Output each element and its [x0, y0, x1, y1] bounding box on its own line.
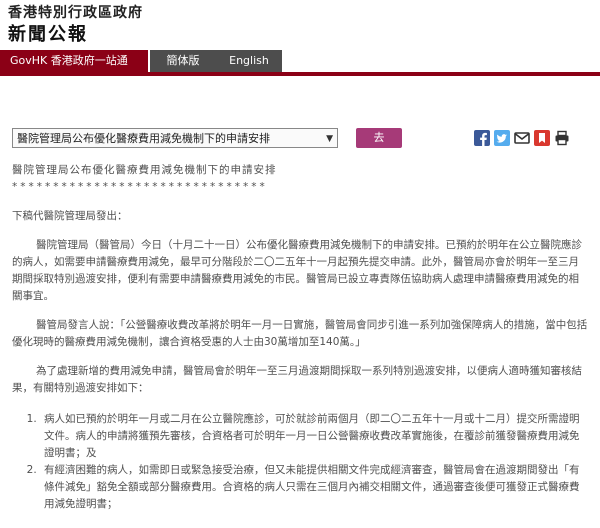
site-title-government: 香港特別行政區政府: [8, 5, 143, 21]
article-byline: 下稿代醫院管理局發出：: [12, 210, 128, 222]
article-headline: 醫院管理局公布優化醫療費用減免機制下的申請安排: [12, 164, 277, 176]
top-navbar: GovHK 香港政府一站通 簡体版 English: [0, 50, 600, 72]
facebook-icon[interactable]: [474, 130, 490, 146]
print-icon[interactable]: [554, 130, 570, 146]
paragraph: 為了處理新增的費用減免申請，醫管局會於明年一至三月過渡期間採取一系列特別過渡安排…: [12, 365, 582, 394]
twitter-icon[interactable]: [494, 130, 510, 146]
article-select-value: 醫院管理局公布優化醫療費用減免機制下的申請安排: [17, 132, 270, 145]
govhk-link[interactable]: GovHK 香港政府一站通: [0, 50, 148, 72]
header-divider: [0, 72, 600, 76]
article-select[interactable]: 醫院管理局公布優化醫療費用減免機制下的申請安排 ▼: [12, 128, 338, 148]
chevron-down-icon: ▼: [326, 134, 333, 144]
email-icon[interactable]: [514, 130, 530, 146]
bookmark-icon[interactable]: [534, 130, 550, 146]
paragraph: 醫管局發言人說：「公營醫療收費改革將於明年一月一日實施，醫管局會同步引進一系列加…: [12, 319, 588, 348]
paragraph: 醫院管理局（醫管局）今日（十月二十一日）公布優化醫療費用減免機制下的申請安排。已…: [12, 239, 582, 302]
arrangements-list: 病人如已預約於明年一月或二月在公立醫院應診，可於就診前兩個月（即二〇二五年十一月…: [12, 411, 588, 513]
article-toolbar: 醫院管理局公布優化醫療費用減免機制下的申請安排 ▼ 去: [12, 128, 588, 150]
list-item: 有經濟困難的病人，如需即日或緊急接受治療，但又未能提供相關文件完成經濟審查，醫管…: [40, 462, 588, 513]
headline-separator: *******************************: [12, 181, 268, 193]
site-title-press-releases[interactable]: 新聞公報: [8, 20, 88, 46]
simplified-chinese-link[interactable]: 簡体版: [150, 50, 216, 72]
article-body: 醫院管理局公布優化醫療費用減免機制下的申請安排 ****************…: [12, 162, 588, 513]
go-button[interactable]: 去: [356, 128, 402, 148]
site-header: 香港特別行政區政府 新聞公報: [0, 0, 600, 50]
list-item: 病人如已預約於明年一月或二月在公立醫院應診，可於就診前兩個月（即二〇二五年十一月…: [40, 411, 588, 462]
english-link[interactable]: English: [216, 50, 282, 72]
